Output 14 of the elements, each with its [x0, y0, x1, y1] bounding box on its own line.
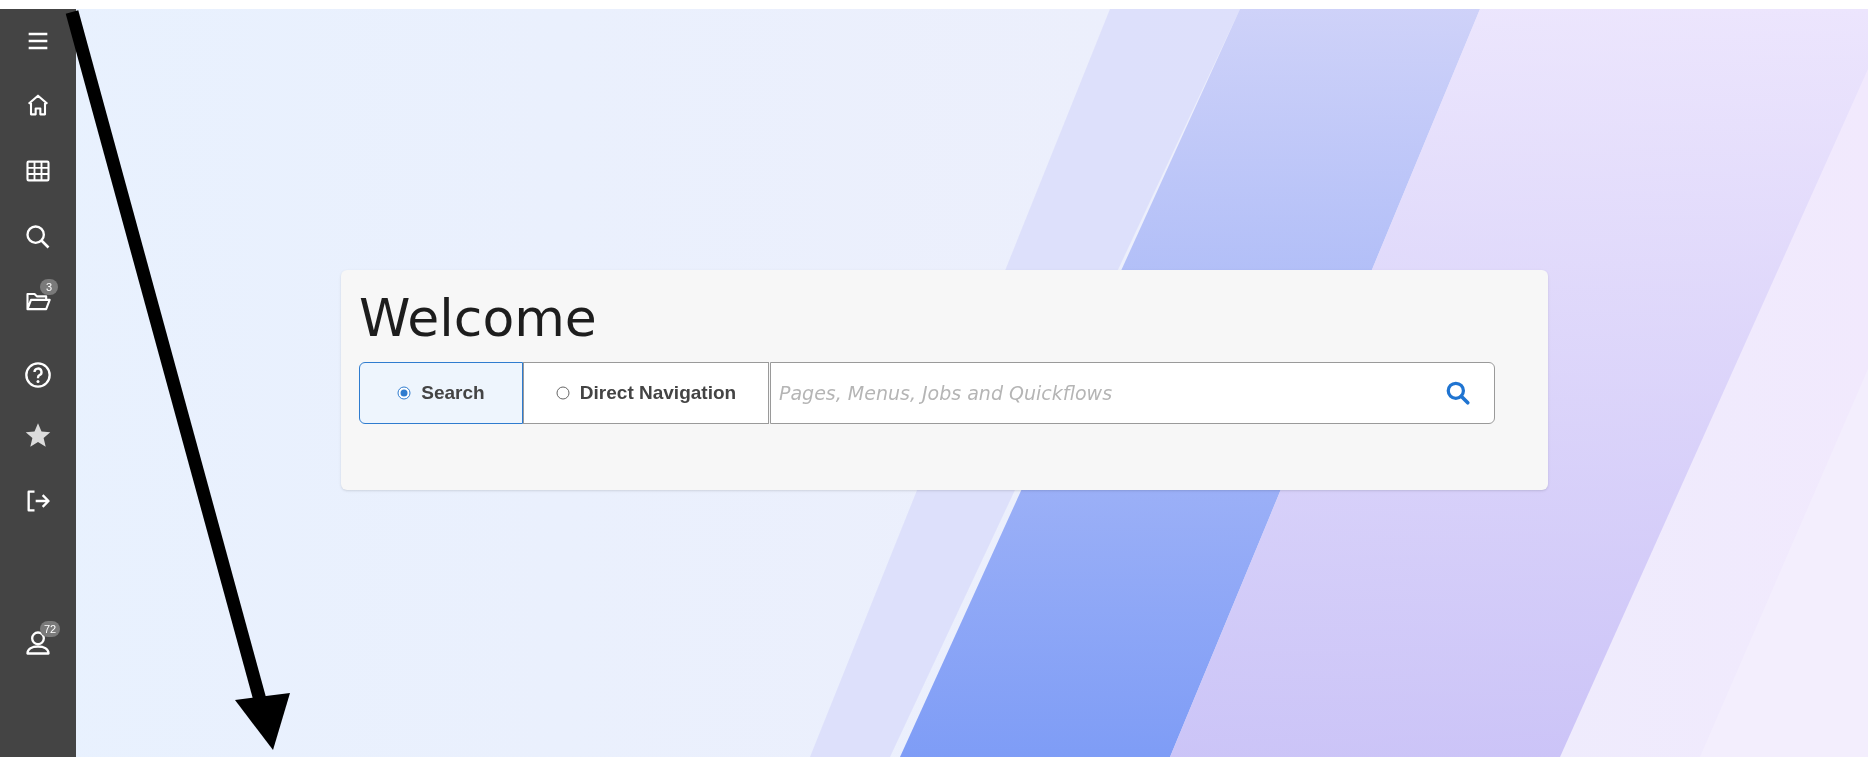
- search-icon: [1445, 380, 1471, 406]
- mode-tab[interactable]: Search: [359, 362, 523, 424]
- search-field[interactable]: Pages, Menus, Jobs and Quickflows: [770, 362, 1495, 424]
- search-icon: [24, 223, 52, 251]
- mode-tab[interactable]: Direct Navigation: [523, 362, 769, 424]
- radio-icon: [397, 386, 412, 400]
- welcome-heading: Welcome: [359, 288, 597, 348]
- count-badge: 72: [40, 621, 61, 637]
- sidebar-button[interactable]: 72: [0, 617, 76, 669]
- radio-icon: [555, 386, 570, 400]
- count-badge: 3: [40, 279, 58, 295]
- help-icon: [24, 361, 52, 389]
- sidebar-button[interactable]: 3: [0, 275, 76, 327]
- star-icon: [24, 421, 52, 449]
